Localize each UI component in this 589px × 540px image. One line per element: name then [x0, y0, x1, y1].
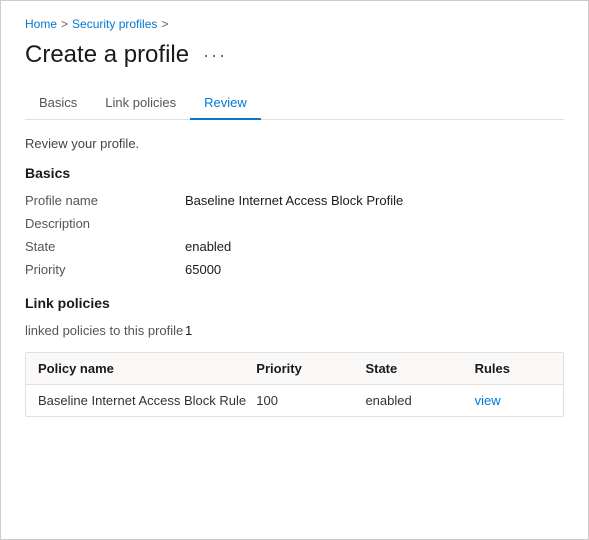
basics-section-title: Basics	[25, 165, 564, 181]
linked-policies-count: 1	[185, 323, 192, 338]
field-value-profile-name: Baseline Internet Access Block Profile	[185, 193, 403, 208]
link-policies-section: Link policies linked policies to this pr…	[25, 295, 564, 417]
field-state: State enabled	[25, 235, 564, 258]
breadcrumb-security-profiles[interactable]: Security profiles	[72, 17, 157, 31]
field-label-state: State	[25, 239, 185, 254]
breadcrumb: Home > Security profiles >	[25, 17, 564, 31]
field-description: Description	[25, 212, 564, 235]
review-intro-text: Review your profile.	[25, 136, 564, 151]
page-title: Create a profile	[25, 41, 189, 69]
field-label-priority: Priority	[25, 262, 185, 277]
field-value-state: enabled	[185, 239, 231, 254]
tab-basics[interactable]: Basics	[25, 87, 91, 120]
link-policies-section-title: Link policies	[25, 295, 564, 311]
table-header: Policy name Priority State Rules	[26, 353, 563, 385]
tab-link-policies[interactable]: Link policies	[91, 87, 190, 120]
breadcrumb-sep1: >	[61, 17, 68, 31]
field-value-priority: 65000	[185, 262, 221, 277]
tabs-container: Basics Link policies Review	[25, 87, 564, 120]
table-row: Baseline Internet Access Block Rule 100 …	[26, 385, 563, 416]
page-title-row: Create a profile ···	[25, 41, 564, 69]
linked-policies-count-row: linked policies to this profile 1	[25, 319, 564, 342]
tab-review[interactable]: Review	[190, 87, 261, 120]
breadcrumb-home[interactable]: Home	[25, 17, 57, 31]
breadcrumb-sep2: >	[161, 17, 168, 31]
col-header-rules: Rules	[475, 361, 551, 376]
cell-policy-name: Baseline Internet Access Block Rule	[38, 393, 256, 408]
cell-state: enabled	[365, 393, 474, 408]
field-label-profile-name: Profile name	[25, 193, 185, 208]
field-profile-name: Profile name Baseline Internet Access Bl…	[25, 189, 564, 212]
linked-policies-label: linked policies to this profile	[25, 323, 185, 338]
col-header-policy-name: Policy name	[38, 361, 256, 376]
more-options-button[interactable]: ···	[199, 44, 231, 66]
policies-table: Policy name Priority State Rules Baselin…	[25, 352, 564, 417]
cell-priority: 100	[256, 393, 365, 408]
basics-section: Basics Profile name Baseline Internet Ac…	[25, 165, 564, 281]
field-label-description: Description	[25, 216, 185, 231]
cell-rules-view-link[interactable]: view	[475, 393, 551, 408]
col-header-state: State	[365, 361, 474, 376]
col-header-priority: Priority	[256, 361, 365, 376]
field-priority: Priority 65000	[25, 258, 564, 281]
